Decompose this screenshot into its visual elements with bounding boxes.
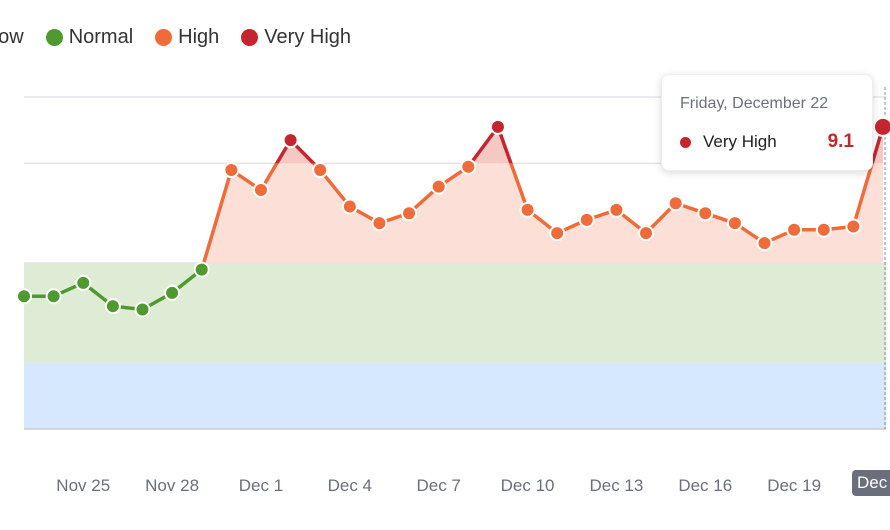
tooltip-level: Very High <box>703 132 777 151</box>
data-point <box>134 301 151 318</box>
x-tick-label: Nov 25 <box>56 476 111 495</box>
data-point <box>489 118 506 135</box>
tooltip-marker-icon <box>680 136 691 148</box>
data-point <box>726 215 743 232</box>
data-point <box>638 225 655 242</box>
data-point <box>252 181 269 198</box>
data-point <box>549 225 566 242</box>
data-point <box>845 218 862 235</box>
data-point <box>815 221 832 238</box>
x-tick-label: Dec 22 <box>852 470 890 496</box>
data-point <box>873 116 890 137</box>
data-point <box>608 201 625 218</box>
data-point <box>45 288 62 305</box>
data-point <box>193 261 210 278</box>
data-point <box>401 205 418 222</box>
data-point <box>578 211 595 228</box>
tooltip-value: 9.1 <box>827 131 854 152</box>
x-tick-label: Dec 4 <box>327 476 373 495</box>
data-point <box>697 205 714 222</box>
data-point <box>75 274 92 291</box>
data-point <box>786 221 803 238</box>
data-point <box>104 298 121 315</box>
x-tick-label: Dec 1 <box>238 476 284 495</box>
x-tick-label: Dec 7 <box>416 476 461 495</box>
data-point <box>223 162 240 179</box>
band-normal <box>24 263 886 363</box>
data-point <box>460 158 477 175</box>
data-point <box>667 195 684 212</box>
tooltip-row: Very High 9.1 <box>680 131 854 153</box>
data-point <box>519 201 536 218</box>
x-tick-label: Dec 10 <box>500 476 555 495</box>
band-low <box>24 362 886 429</box>
tooltip: Friday, December 22 Very High 9.1 <box>661 74 873 171</box>
data-point <box>756 235 773 252</box>
data-point <box>312 162 329 179</box>
data-point <box>16 288 32 305</box>
data-point <box>371 215 388 232</box>
x-tick-label: Dec 13 <box>589 476 644 495</box>
data-point <box>282 132 299 149</box>
x-tick-label: Dec 16 <box>678 476 733 495</box>
x-tick-label: Nov 28 <box>145 476 200 495</box>
data-point <box>164 284 181 301</box>
data-point <box>430 178 447 195</box>
data-point <box>341 198 358 215</box>
tooltip-date: Friday, December 22 <box>680 95 829 112</box>
x-tick-label: Dec 19 <box>767 476 822 495</box>
